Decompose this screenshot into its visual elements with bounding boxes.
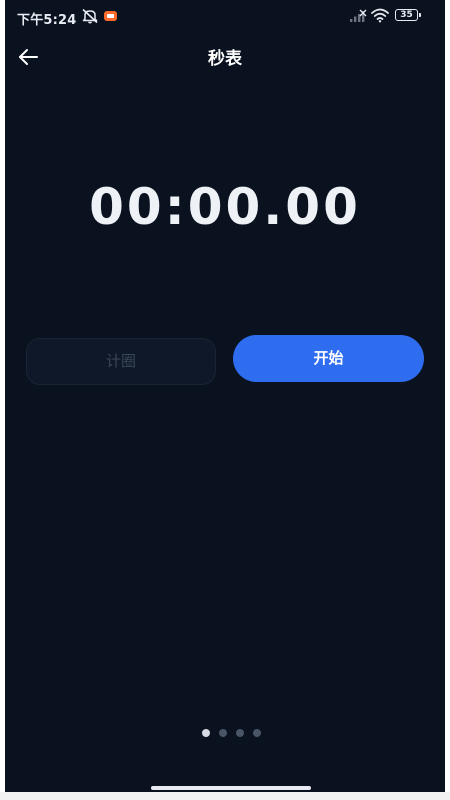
stopwatch-screen: 下午5:24 35 秒表 00:00.00 计圈 开始 xyxy=(5,0,445,792)
start-button[interactable]: 开始 xyxy=(233,335,424,382)
home-indicator[interactable] xyxy=(151,786,311,790)
signal-icon xyxy=(350,9,367,22)
screen-record-icon xyxy=(104,11,117,21)
page-dot[interactable] xyxy=(236,729,244,737)
lap-button[interactable]: 计圈 xyxy=(26,338,216,385)
mute-icon xyxy=(82,8,98,24)
page-dot[interactable] xyxy=(202,729,210,737)
page-title: 秒表 xyxy=(208,49,242,69)
page-dot[interactable] xyxy=(253,729,261,737)
page-indicator xyxy=(202,729,261,737)
status-bar: 下午5:24 35 xyxy=(5,0,445,34)
wifi-icon xyxy=(371,8,389,23)
status-time: 下午5:24 xyxy=(17,13,77,28)
bottom-strip xyxy=(0,792,450,800)
battery-icon: 35 xyxy=(395,9,421,21)
stopwatch-display: 00:00.00 xyxy=(89,178,361,236)
page-dot[interactable] xyxy=(219,729,227,737)
